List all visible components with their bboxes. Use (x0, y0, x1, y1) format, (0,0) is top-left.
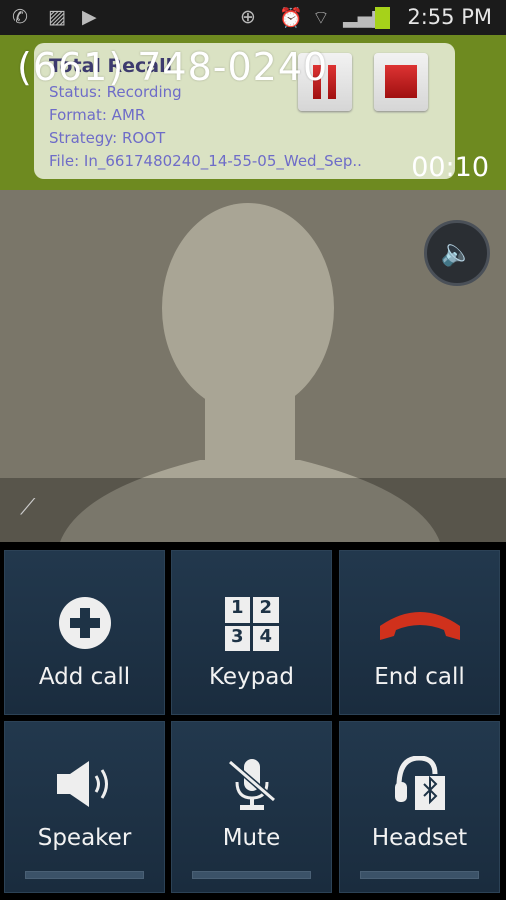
end-call-icon (379, 612, 460, 640)
call-timer: 00:10 (411, 152, 489, 183)
battery-icon (375, 7, 390, 29)
headset-label: Headset (371, 825, 468, 851)
keypad-button[interactable]: 1 2 3 4 Keypad (171, 550, 332, 715)
alarm-icon: ⏰ (279, 7, 303, 29)
speaker-indicator (25, 871, 144, 879)
headset-indicator (360, 871, 479, 879)
add-call-button[interactable]: Add call (4, 550, 165, 715)
keypad-label: Keypad (209, 664, 294, 690)
end-call-label: End call (374, 664, 465, 690)
hd-voice-off-icon: ⟋ (20, 495, 36, 520)
wifi-icon: ⌔ (312, 7, 330, 29)
end-call-button[interactable]: End call (339, 550, 500, 715)
speaker-label: Speaker (37, 825, 132, 851)
stop-recording-button[interactable] (374, 53, 428, 111)
mute-indicator (192, 871, 311, 879)
status-bar: ✆ ▨ ▶ ⊕ ⏰ ⌔ ▂▄▆ 2:55 PM (0, 0, 506, 35)
speaker-boost-icon: 🔈 (440, 238, 474, 268)
clock: 2:55 PM (407, 5, 492, 29)
call-controls: Add call 1 2 3 4 Keypad End call Speaker… (0, 542, 506, 900)
volume-boost-toggle[interactable]: 🔈 (424, 220, 490, 286)
keypad-digit: 1 (224, 597, 250, 623)
speaker-button[interactable]: Speaker (4, 721, 165, 893)
nfc-icon: ⊕ (240, 6, 256, 28)
recorder-format: Format: AMR (49, 106, 146, 124)
mute-icon (227, 759, 276, 810)
speaker-icon (56, 761, 108, 807)
keypad-digit: 4 (253, 625, 279, 651)
stop-icon (385, 65, 417, 98)
add-call-label: Add call (38, 664, 131, 690)
mute-button[interactable]: Mute (171, 721, 332, 893)
video-icon: ▶ (82, 6, 97, 28)
add-call-icon (58, 597, 111, 649)
caller-number: (661) 748-0240 (17, 45, 329, 89)
recorder-file: File: In_6617480240_14-55-05_Wed_Sep.. (49, 152, 362, 170)
bluetooth-headset-icon (394, 756, 445, 810)
mute-label: Mute (222, 825, 281, 851)
keypad-digit: 3 (224, 625, 250, 651)
keypad-icon: 1 2 3 4 (224, 597, 279, 651)
phone-icon: ✆ (12, 6, 28, 28)
gallery-icon: ▨ (48, 6, 66, 28)
headset-button[interactable]: Headset (339, 721, 500, 893)
keypad-digit: 2 (253, 597, 279, 623)
recorder-strategy: Strategy: ROOT (49, 129, 166, 147)
